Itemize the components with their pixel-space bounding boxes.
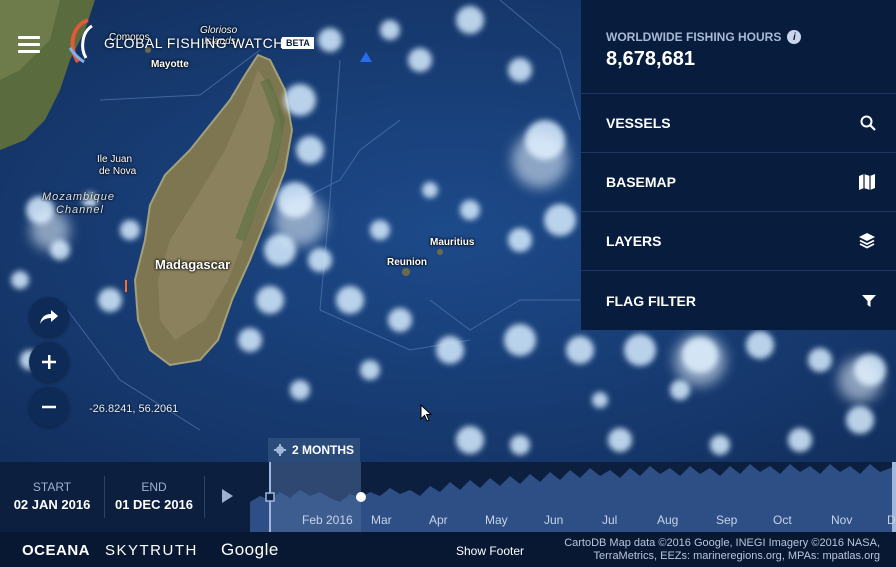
oceana-logo[interactable]: OCEANA	[22, 542, 90, 559]
month-label: Jul	[602, 513, 618, 527]
end-date: 01 DEC 2016	[114, 497, 194, 512]
map-label-madagascar: Madagascar	[155, 257, 231, 272]
footer: OCEANA SKYTRUTH Google Show Footer Carto…	[0, 532, 896, 567]
menu-button[interactable]	[18, 36, 40, 54]
vessels-label: VESSELS	[606, 115, 671, 131]
zoom-in-button[interactable]	[29, 342, 69, 382]
google-logo[interactable]: Google	[221, 540, 279, 560]
month-label: Sep	[716, 513, 738, 527]
time-range-label: 2 MONTHS	[292, 443, 355, 457]
share-button[interactable]	[29, 297, 69, 337]
start-date: 02 JAN 2016	[13, 497, 91, 512]
month-label: Mar	[371, 513, 392, 527]
basemap-label: BASEMAP	[606, 174, 677, 190]
end-label: END	[141, 480, 167, 494]
cursor-coordinates: -26.8241, 56.2061	[89, 403, 179, 415]
zoom-out-button[interactable]	[29, 387, 69, 427]
month-label: Nov	[831, 513, 853, 527]
show-footer-link[interactable]: Show Footer	[456, 544, 524, 558]
map-label-channel: Channel	[56, 204, 104, 216]
month-label: Jun	[544, 513, 564, 527]
brand-title: GLOBAL FISHING WATCH	[104, 35, 284, 51]
info-icon[interactable]: i	[787, 30, 802, 44]
flag-filter-menu-item[interactable]: FLAG FILTER	[581, 271, 896, 330]
start-label: START	[32, 480, 72, 494]
month-label: Aug	[657, 513, 679, 527]
share-icon	[40, 310, 58, 324]
vessels-menu-item[interactable]: VESSELS	[581, 94, 896, 153]
filter-icon	[862, 294, 876, 307]
menu-icon	[18, 36, 40, 39]
plus-icon	[42, 355, 56, 369]
attribution-line-1: CartoDB Map data ©2016 Google, INEGI Ima…	[564, 537, 880, 549]
month-label: D	[887, 513, 896, 527]
fishing-hours-stat: WORLDWIDE FISHING HOURS i 8,678,681	[581, 0, 896, 94]
map-label-reunion: Reunion	[387, 257, 427, 268]
play-button[interactable]	[222, 489, 233, 503]
map-attribution: CartoDB Map data ©2016 Google, INEGI Ima…	[520, 537, 880, 563]
mouse-pointer-icon	[420, 404, 433, 422]
month-label: May	[485, 513, 508, 527]
start-date-picker[interactable]: START 02 JAN 2016	[0, 462, 104, 532]
map-label-ile-juan: Ile Juan	[97, 154, 133, 165]
mauritius-island	[437, 249, 443, 255]
month-label: Feb 2016	[302, 513, 353, 527]
gfw-logo-icon	[68, 18, 93, 64]
layers-menu-item[interactable]: LAYERS	[581, 212, 896, 271]
layers-label: LAYERS	[606, 233, 662, 249]
basemap-menu-item[interactable]: BASEMAP	[581, 153, 896, 212]
reunion-island	[402, 268, 410, 276]
gear-icon	[274, 444, 286, 456]
beta-badge: BETA	[282, 37, 314, 49]
skytruth-logo[interactable]: SKYTRUTH	[105, 542, 198, 559]
end-date-picker[interactable]: END 01 DEC 2016	[104, 462, 204, 532]
time-range-tag[interactable]: 2 MONTHS	[268, 438, 360, 462]
timebar: START 02 JAN 2016 END 01 DEC 2016 Feb 20…	[0, 462, 896, 532]
layers-icon	[859, 233, 875, 249]
divider	[204, 476, 205, 518]
month-label: Apr	[429, 513, 448, 527]
fishing-hours-label: WORLDWIDE FISHING HOURS	[606, 30, 782, 44]
flag-filter-label: FLAG FILTER	[606, 292, 696, 309]
range-end-handle[interactable]	[356, 492, 366, 502]
search-icon	[860, 115, 876, 131]
minus-icon	[42, 405, 56, 409]
range-start-handle[interactable]	[265, 492, 275, 502]
attribution-line-2: TerraMetrics, EEZs: marineregions.org, M…	[593, 550, 881, 562]
map-label-mozambique: Mozambique	[42, 191, 115, 203]
map-label-mayotte: Mayotte	[151, 59, 189, 70]
month-label: Oct	[773, 513, 792, 527]
map-label-mauritius: Mauritius	[430, 237, 475, 248]
map-icon	[859, 174, 875, 190]
map-label-de-nova: de Nova	[99, 166, 137, 177]
fishing-hours-value: 8,678,681	[606, 48, 695, 70]
side-panel: WORLDWIDE FISHING HOURS i 8,678,681 VESS…	[581, 0, 896, 330]
